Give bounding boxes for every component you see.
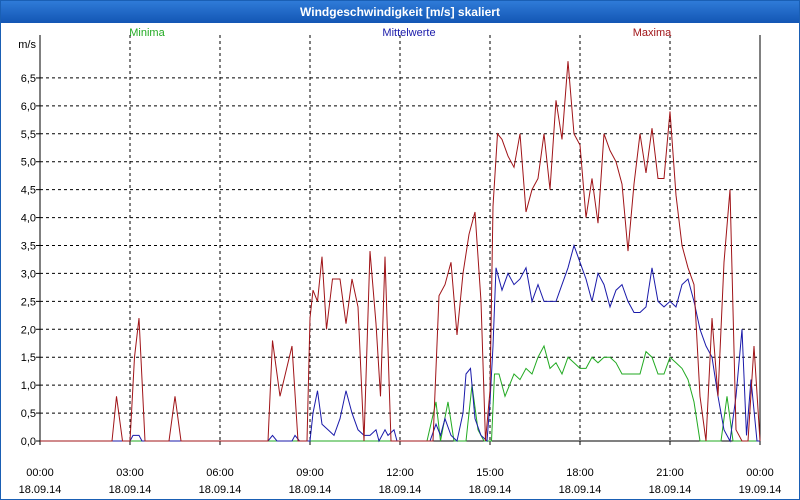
y-tick-label: 3,5 [21, 241, 36, 253]
y-tick-label: 0,5 [21, 408, 36, 420]
x-tick-label-time: 03:00 [116, 467, 144, 479]
x-tick-label-date: 18.09.14 [199, 484, 242, 496]
x-tick-label-date: 18.09.14 [649, 484, 692, 496]
y-tick-label: 5,0 [21, 157, 36, 169]
y-axis-label: m/s [18, 39, 36, 51]
x-tick-label-time: 00:00 [746, 467, 774, 479]
y-tick-label: 3,0 [21, 268, 36, 280]
grid-layer [40, 35, 760, 441]
x-tick-label-date: 19.09.14 [739, 484, 782, 496]
y-tick-label: 1,0 [21, 380, 36, 392]
x-tick-label-time: 09:00 [296, 467, 324, 479]
x-tick-label-time: 06:00 [206, 467, 234, 479]
x-tick-label-date: 18.09.14 [289, 484, 332, 496]
x-tick-label-date: 18.09.14 [109, 484, 152, 496]
x-tick-label-time: 12:00 [386, 467, 414, 479]
x-tick-label-date: 18.09.14 [559, 484, 602, 496]
legend-entry-maxima: Maxima [633, 27, 672, 39]
x-tick-label-time: 21:00 [656, 467, 684, 479]
y-tick-label: 4,5 [21, 185, 36, 197]
x-tick-label-date: 18.09.14 [19, 484, 62, 496]
x-tick-label-date: 18.09.14 [379, 484, 422, 496]
wind-speed-chart: 0,0 0,5 1,0 1,5 2,0 2,5 3,0 3,5 4,0 4,5 5,0 5,5 6,0 6… [18, 27, 782, 496]
y-tick-label: 6,5 [21, 73, 36, 85]
legend-layer: Minima Mittelwerte Maxima [129, 27, 672, 39]
y-tick-label: 0,0 [21, 436, 36, 448]
y-tick-label: 2,0 [21, 324, 36, 336]
legend-entry-mittelwerte: Mittelwerte [382, 27, 435, 39]
y-tick-label: 5,5 [21, 129, 36, 141]
x-tick-label-time: 15:00 [476, 467, 504, 479]
x-tick-label-time: 18:00 [566, 467, 594, 479]
y-tick-label: 4,0 [21, 213, 36, 225]
y-tick-label: 6,0 [21, 101, 36, 113]
y-tick-label: 2,5 [21, 296, 36, 308]
x-tick-label-time: 00:00 [26, 467, 54, 479]
x-tick-label-date: 18.09.14 [469, 484, 512, 496]
legend-entry-minima: Minima [129, 27, 165, 39]
y-tick-label: 1,5 [21, 352, 36, 364]
